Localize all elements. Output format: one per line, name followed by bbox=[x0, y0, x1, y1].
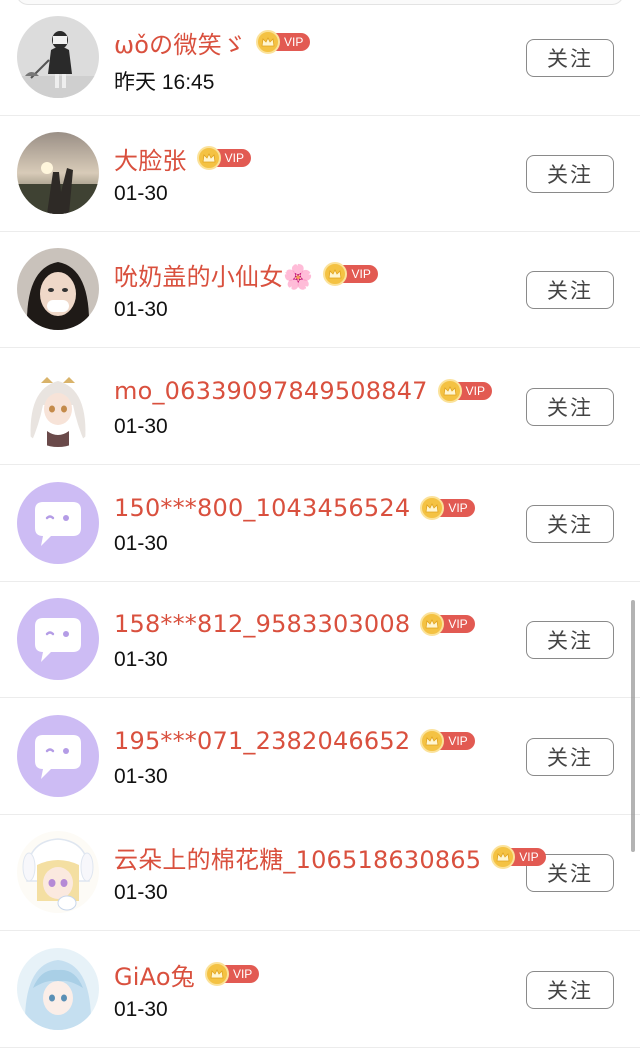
avatar[interactable] bbox=[17, 715, 99, 797]
avatar[interactable] bbox=[17, 482, 99, 564]
follow-button[interactable]: 关注 bbox=[526, 388, 614, 426]
list-item[interactable]: 158***812_9583303008 VIP 01-30 关注 bbox=[0, 582, 640, 698]
name-line: ωǒの微笑ゞ VIP bbox=[114, 22, 311, 62]
girl-umbrella-avatar-icon bbox=[17, 16, 99, 98]
vip-badge: VIP bbox=[420, 612, 475, 636]
follow-button[interactable]: 关注 bbox=[526, 271, 614, 309]
follow-date: 01-30 bbox=[114, 182, 168, 205]
vip-badge: VIP bbox=[255, 30, 311, 54]
sunset-hand-avatar-icon bbox=[17, 132, 99, 214]
follow-button[interactable]: 关注 bbox=[526, 621, 614, 659]
user-name[interactable]: 150***800_1043456524 bbox=[114, 494, 410, 522]
avatar[interactable] bbox=[17, 948, 99, 1030]
list-item[interactable]: 云朵上的棉花糖_106518630865 VIP 01-30 关注 bbox=[0, 815, 640, 931]
follow-date: 昨天 16:45 bbox=[114, 71, 215, 94]
girl-face-avatar-icon bbox=[17, 248, 99, 330]
user-name[interactable]: mo_06339097849508847 bbox=[114, 377, 428, 405]
vip-badge: VIP bbox=[196, 146, 251, 170]
crown-icon bbox=[204, 962, 229, 986]
chat-bubble-icon bbox=[17, 715, 99, 797]
name-line: 195***071_2382046652 VIP bbox=[114, 721, 475, 761]
user-name[interactable]: 158***812_9583303008 bbox=[114, 610, 410, 638]
crown-icon bbox=[255, 30, 280, 54]
name-line: mo_06339097849508847 VIP bbox=[114, 371, 492, 411]
follow-date: 01-30 bbox=[114, 298, 168, 321]
follow-button[interactable]: 关注 bbox=[526, 39, 614, 77]
follow-button[interactable]: 关注 bbox=[526, 505, 614, 543]
avatar[interactable] bbox=[17, 598, 99, 680]
name-line: 云朵上的棉花糖_106518630865 VIP bbox=[114, 837, 546, 877]
name-line: 150***800_1043456524 VIP bbox=[114, 488, 475, 528]
anime-cinnamoroll-avatar-icon bbox=[17, 831, 99, 913]
follow-date: 01-30 bbox=[114, 532, 168, 555]
name-line: GiAo兔 VIP bbox=[114, 954, 260, 994]
user-name[interactable]: 195***071_2382046652 bbox=[114, 727, 410, 755]
user-name[interactable]: 吮奶盖的小仙女🌸 bbox=[114, 257, 313, 292]
list-item[interactable]: 195***071_2382046652 VIP 01-30 关注 bbox=[0, 699, 640, 815]
crown-icon bbox=[437, 379, 462, 403]
user-name[interactable]: GiAo兔 bbox=[114, 957, 195, 992]
crown-icon bbox=[196, 146, 221, 170]
list-item[interactable]: 大脸张 VIP 01-30 关注 bbox=[0, 116, 640, 232]
vip-badge: VIP bbox=[491, 845, 546, 869]
vip-badge: VIP bbox=[323, 262, 378, 286]
follow-date: 01-30 bbox=[114, 765, 168, 788]
name-line: 158***812_9583303008 VIP bbox=[114, 604, 475, 644]
follow-date: 01-30 bbox=[114, 648, 168, 671]
list-item[interactable]: mo_06339097849508847 VIP 01-30 关注 bbox=[0, 349, 640, 465]
chat-bubble-icon bbox=[17, 598, 99, 680]
user-name[interactable]: 云朵上的棉花糖_106518630865 bbox=[114, 840, 481, 875]
vip-badge: VIP bbox=[204, 962, 260, 986]
avatar[interactable] bbox=[17, 248, 99, 330]
anime-white-hair-avatar-icon bbox=[17, 365, 99, 447]
anime-blue-hair-avatar-icon bbox=[17, 948, 99, 1030]
user-name[interactable]: ωǒの微笑ゞ bbox=[114, 25, 246, 60]
user-name[interactable]: 大脸张 bbox=[114, 141, 187, 176]
list-item[interactable]: GiAo兔 VIP 01-30 关注 bbox=[0, 932, 640, 1048]
name-line: 大脸张 VIP bbox=[114, 138, 251, 178]
vip-badge: VIP bbox=[420, 729, 475, 753]
follow-button[interactable]: 关注 bbox=[526, 155, 614, 193]
avatar[interactable] bbox=[17, 365, 99, 447]
avatar[interactable] bbox=[17, 16, 99, 98]
follow-button[interactable]: 关注 bbox=[526, 738, 614, 776]
follow-date: 01-30 bbox=[114, 881, 168, 904]
follow-date: 01-30 bbox=[114, 415, 168, 438]
list-item[interactable]: 吮奶盖的小仙女🌸 VIP 01-30 关注 bbox=[0, 232, 640, 348]
chat-bubble-icon bbox=[17, 482, 99, 564]
list-item[interactable]: 150***800_1043456524 VIP 01-30 关注 bbox=[0, 466, 640, 582]
scrollbar[interactable] bbox=[631, 600, 635, 852]
follow-date: 01-30 bbox=[114, 998, 168, 1021]
vip-badge: VIP bbox=[420, 496, 475, 520]
list-item[interactable]: ωǒの微笑ゞ VIP 昨天 16:45 关注 bbox=[0, 0, 640, 116]
follow-button[interactable]: 关注 bbox=[526, 971, 614, 1009]
vip-badge: VIP bbox=[437, 379, 492, 403]
avatar[interactable] bbox=[17, 132, 99, 214]
name-line: 吮奶盖的小仙女🌸 VIP bbox=[114, 254, 378, 294]
avatar[interactable] bbox=[17, 831, 99, 913]
